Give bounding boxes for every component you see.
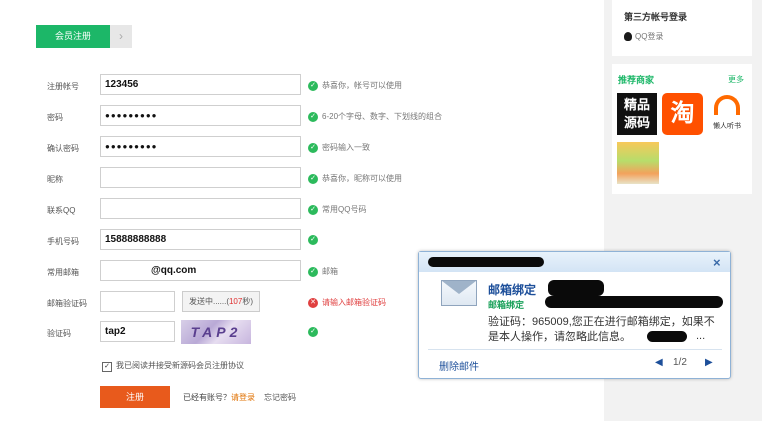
popup-page-indicator: 1/2 [673, 357, 687, 368]
redacted-body [647, 331, 687, 342]
check-icon: ✓ [308, 173, 318, 184]
label-password: 密码 [47, 113, 63, 122]
account-input[interactable] [100, 74, 301, 95]
phone-input[interactable] [100, 229, 301, 250]
check-icon: ✓ [308, 111, 318, 122]
error-icon: ✕ [308, 297, 318, 308]
hint-phone: ✓ [308, 235, 322, 245]
label-phone: 手机号码 [47, 237, 79, 246]
headphones-icon [714, 95, 740, 115]
third-party-title: 第三方帐号登录 [624, 12, 688, 22]
label-captcha: 验证码 [47, 329, 71, 338]
captcha-input[interactable] [100, 321, 175, 342]
merchant-logo-taobao[interactable]: 淘 [662, 93, 703, 135]
label-nickname: 昵称 [47, 175, 63, 184]
label-email-code: 邮箱验证码 [47, 299, 87, 308]
popup-divider [428, 349, 722, 350]
prev-arrow-icon[interactable]: ◀ [655, 357, 663, 368]
hint-captcha: ✓ [308, 327, 322, 337]
hint-email-code: ✕ 请输入邮箱验证码 [308, 297, 386, 308]
has-account-text: 已经有账号？请登录 [183, 393, 255, 402]
popup-body: 验证码：965009,您正在进行邮箱绑定，如果不是本人操作，请忽略此信息。 [488, 316, 715, 343]
more-link[interactable]: 更多 [728, 74, 744, 85]
envelope-icon [441, 280, 477, 306]
popup-ellipsis: ... [696, 330, 706, 342]
agree-checkbox[interactable]: ✓ [102, 362, 112, 372]
check-icon: ✓ [308, 235, 318, 245]
register-button[interactable]: 注册 [100, 386, 170, 408]
redacted-subtitle [545, 296, 723, 308]
nickname-input[interactable] [100, 167, 301, 188]
hint-account: ✓ 恭喜你，帐号可以使用 [308, 80, 402, 91]
label-email: 常用邮箱 [47, 268, 79, 277]
tab-arrow-icon: › [110, 25, 132, 48]
popup-title: 邮箱绑定 [488, 283, 537, 297]
forgot-password-link[interactable]: 忘记密码 [264, 392, 296, 403]
merchant-logo-lazy-audiobook[interactable]: 懒人听书 [706, 93, 748, 135]
qq-input[interactable] [100, 198, 301, 219]
check-icon: ✓ [308, 80, 318, 91]
close-icon[interactable]: × [713, 255, 721, 270]
label-qq: 联系QQ [47, 206, 76, 215]
check-icon: ✓ [308, 142, 318, 153]
recommend-title: 推荐商家 [618, 75, 655, 85]
check-icon: ✓ [308, 266, 318, 277]
label-confirm-password: 确认密码 [47, 144, 79, 153]
redacted-sender [428, 257, 544, 267]
hint-confirm-password: ✓ 密码输入一致 [308, 142, 370, 153]
agree-text: 我已阅读并接受新源码会员注册协议 [116, 361, 244, 370]
password-input[interactable]: ●●●●●●●●● [100, 105, 301, 126]
delete-mail-button[interactable]: 删除邮件 [439, 358, 479, 373]
login-link[interactable]: 请登录 [231, 393, 255, 402]
send-code-button[interactable]: 发送中......(107秒) [182, 291, 260, 312]
confirm-password-input[interactable]: ●●●●●●●●● [100, 136, 301, 157]
captcha-image[interactable]: TAP2 [181, 320, 251, 344]
redacted-title [548, 280, 604, 296]
label-account: 注册帐号 [47, 82, 79, 91]
popup-subtitle: 邮箱绑定 [488, 300, 525, 310]
third-party-login-panel [612, 0, 752, 56]
email-code-input[interactable] [100, 291, 175, 312]
qq-login-link[interactable]: QQ登录 [624, 31, 663, 42]
hint-password: ✓ 6-20个字母、数字、下划线的组合 [308, 111, 442, 122]
qq-icon [624, 32, 632, 42]
tab-member-register[interactable]: 会员注册 [36, 25, 110, 48]
hint-nickname: ✓ 恭喜你，昵称可以使用 [308, 173, 402, 184]
merchant-logo-jingpin[interactable]: 精品 源码 [617, 93, 657, 135]
hint-email: ✓ 邮箱 [308, 266, 338, 277]
email-input[interactable]: @qq.com [100, 260, 301, 281]
check-icon: ✓ [308, 327, 318, 337]
merchant-logo-book[interactable] [617, 142, 659, 184]
hint-qq: ✓ 常用QQ号码 [308, 204, 366, 215]
check-icon: ✓ [308, 204, 318, 215]
next-arrow-icon[interactable]: ▶ [705, 357, 713, 368]
